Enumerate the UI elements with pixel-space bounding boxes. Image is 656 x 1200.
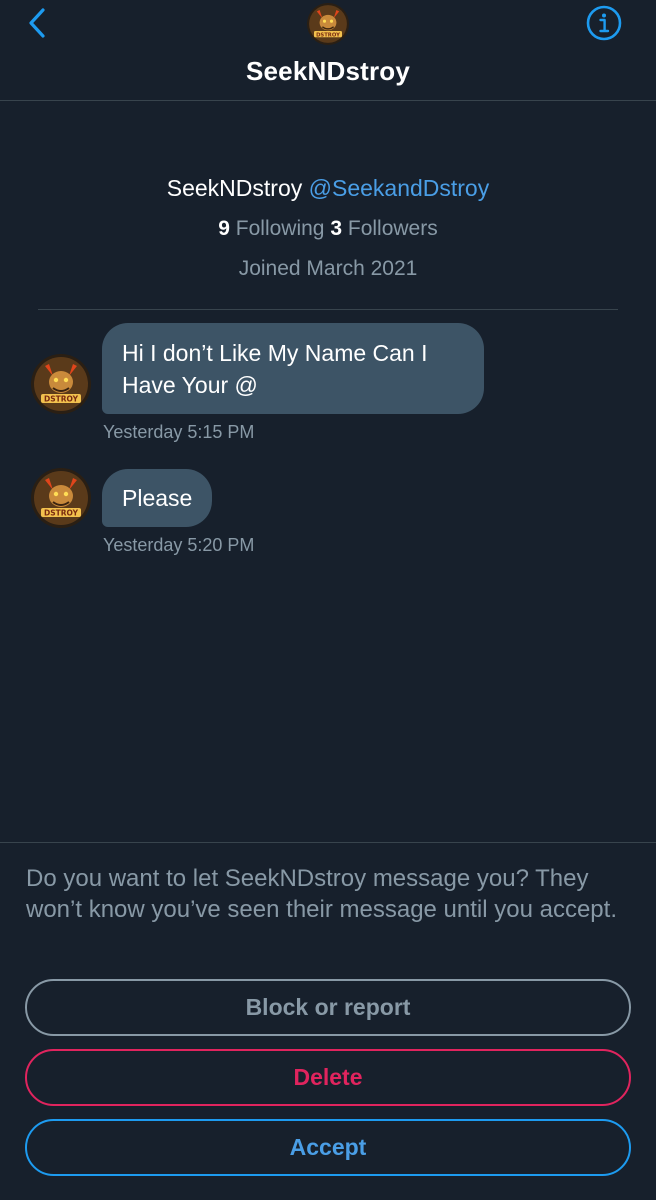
info-button[interactable] [586, 5, 622, 41]
avatar-logo-text: DSTROY [44, 509, 79, 518]
avatar-logo-text: DSTROY [44, 395, 79, 404]
message-sender-avatar[interactable]: DSTROY [31, 354, 91, 414]
profile-handle[interactable]: @SeekandDstroy [309, 175, 490, 201]
followers-count: 3 [330, 217, 343, 240]
profile-name-line: SeekNDstroy @SeekandDstroy [0, 170, 656, 206]
message-timestamp: Yesterday 5:20 PM [103, 535, 255, 555]
avatar-logo: DSTROY [307, 3, 349, 45]
profile-divider [38, 309, 618, 310]
info-circle-icon [586, 5, 622, 41]
avatar-logo-text: DSTROY [316, 32, 340, 38]
avatar-logo: DSTROY [31, 468, 91, 528]
delete-button[interactable]: Delete [25, 1049, 631, 1106]
profile-summary: SeekNDstroy @SeekandDstroy 9 Following 3… [0, 170, 656, 286]
chevron-left-icon [29, 8, 45, 38]
message-sender-avatar[interactable]: DSTROY [31, 468, 91, 528]
conversation-title: SeekNDstroy [245, 56, 411, 86]
block-or-report-button[interactable]: Block or report [25, 979, 631, 1036]
following-label: Following [235, 217, 325, 240]
accept-button[interactable]: Accept [25, 1119, 631, 1176]
following-count: 9 [218, 217, 230, 240]
followers-label: Followers [347, 217, 438, 240]
message-timestamp: Yesterday 5:15 PM [103, 422, 255, 442]
message-request-prompt: Do you want to let SeekNDstroy message y… [26, 865, 617, 923]
message-bubble[interactable]: Hi I don’t Like My Name Can I Have Your … [102, 323, 484, 414]
profile-stats: 9 Following 3 Followers [0, 212, 656, 246]
message-bubble[interactable]: Please [102, 469, 213, 527]
avatar-logo: DSTROY [31, 354, 91, 414]
message-request-panel: Do you want to let SeekNDstroy message y… [0, 842, 656, 1200]
conversation-header: DSTROY SeekNDstroy [0, 0, 656, 101]
profile-name[interactable]: SeekNDstroy [167, 175, 302, 201]
back-button[interactable] [22, 6, 52, 40]
profile-joined-date: Joined March 2021 [238, 257, 418, 280]
header-avatar[interactable]: DSTROY [307, 3, 349, 45]
